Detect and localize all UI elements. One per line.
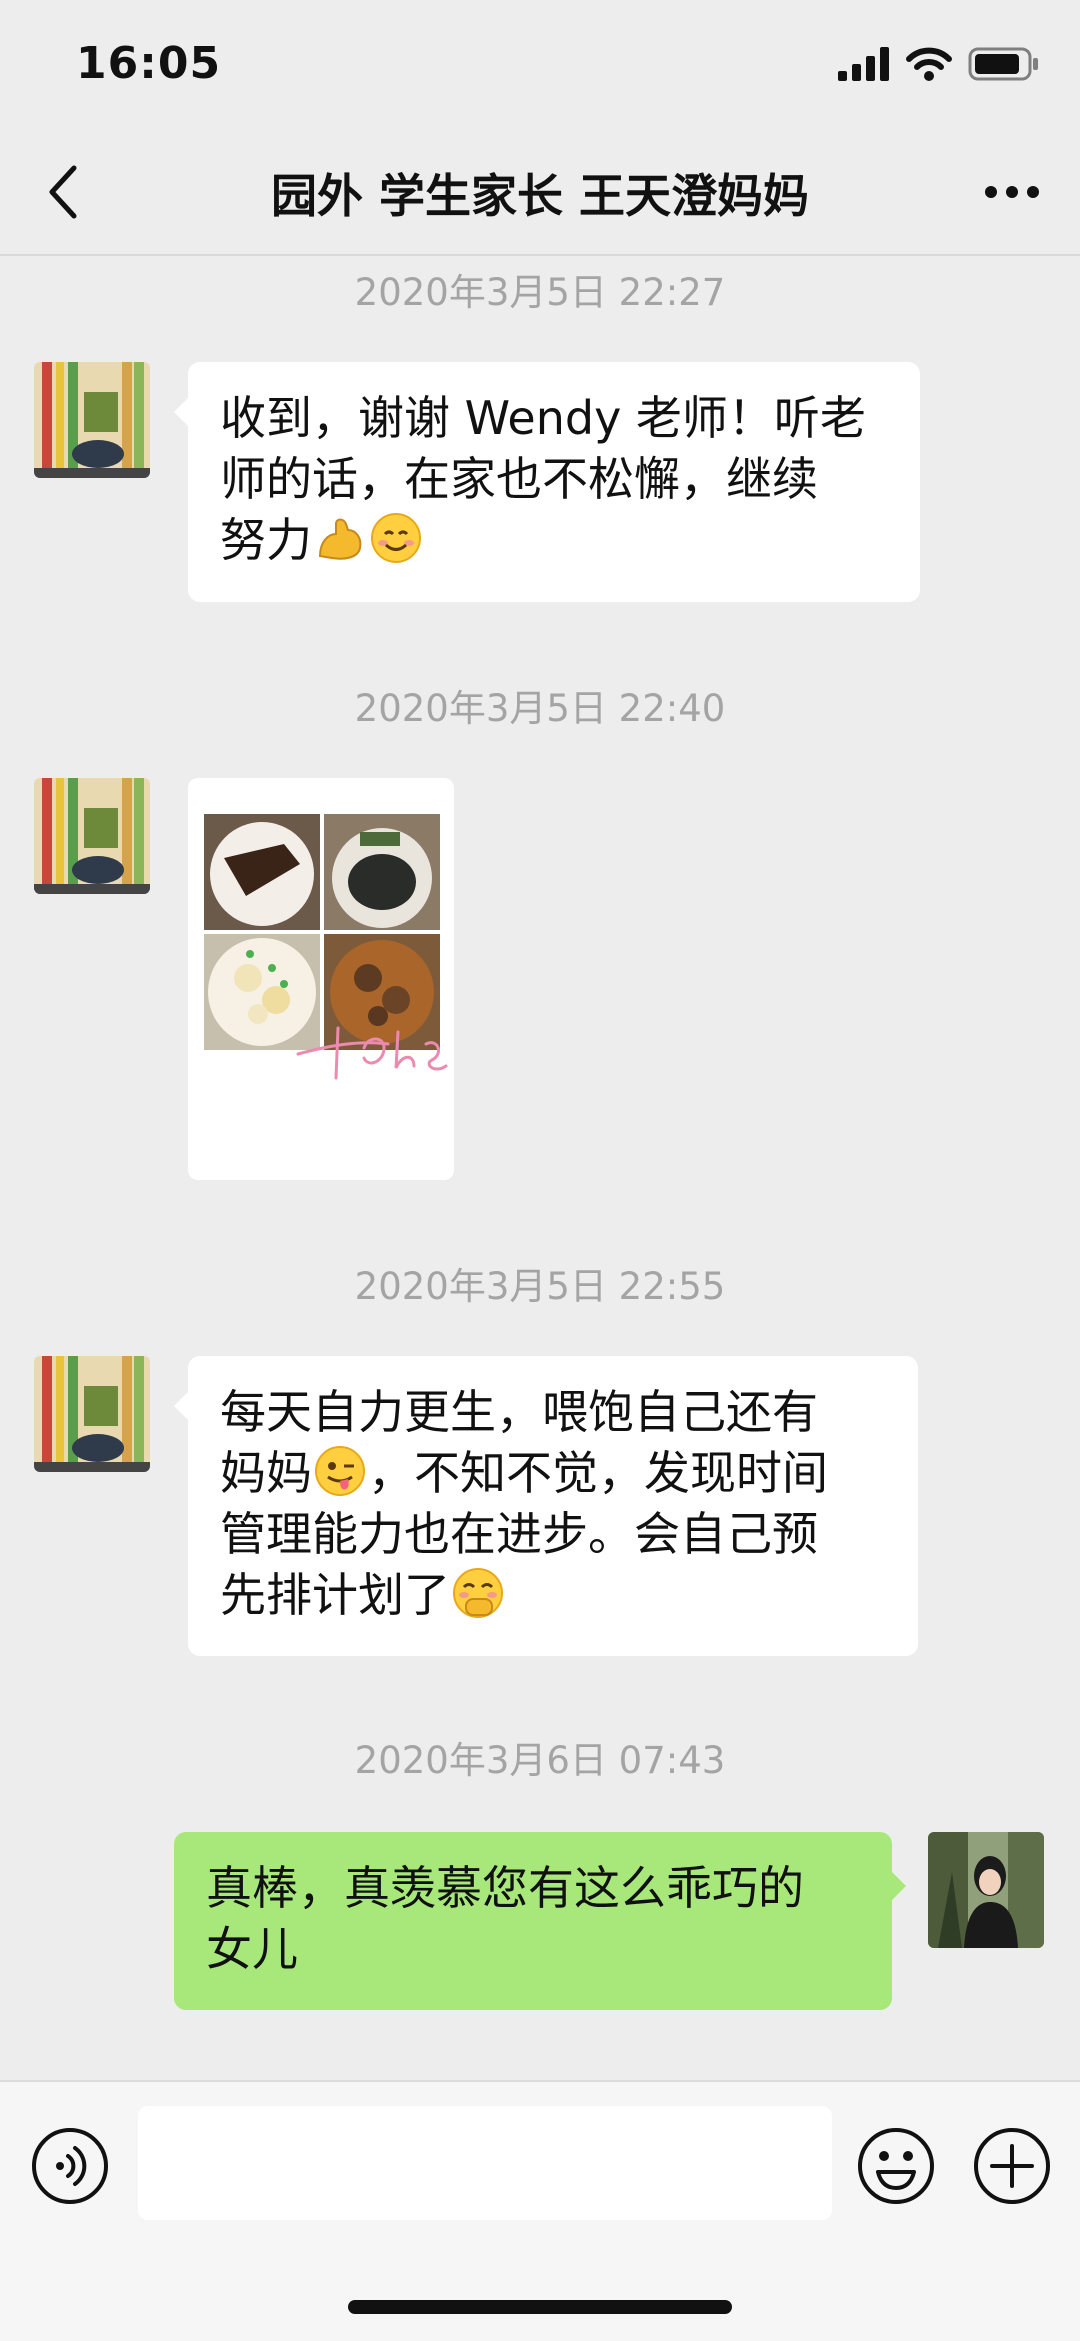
smiling-face-icon [371,513,421,563]
message-timestamp: 2020年3月6日 07:43 [354,1739,726,1782]
giggling-face-icon [453,1568,503,1618]
voice-icon[interactable] [30,2126,110,2206]
chevron-left-icon [49,165,77,219]
chat-title: 园外 学生家长 王天澄妈妈 [270,169,810,223]
contact-avatar[interactable] [34,1356,150,1472]
message-line: 师的话，在家也不松懈，继续 [220,452,818,506]
plus-icon[interactable] [972,2126,1052,2206]
message-line: 真棒，真羡慕您有这么乖巧的 [206,1861,804,1915]
message-line: 女儿 [206,1922,298,1976]
my-avatar[interactable] [928,1832,1044,1948]
winking-tongue-face-icon [315,1446,365,1496]
battery-icon [968,47,1038,81]
message-input[interactable] [138,2106,832,2220]
more-dots-icon [985,186,1039,198]
chat-header: 园外 学生家长 王天澄妈妈 [0,130,1080,256]
message-line: 妈妈 ，不知不觉，发现时间 [220,1443,886,1504]
message-line: 收到，谢谢 Wendy 老师！听老 [220,391,866,445]
contact-avatar[interactable] [34,778,150,894]
image-message[interactable] [188,778,454,1180]
more-options-button[interactable] [972,156,1052,228]
message-line: 每天自力更生，喂饱自己还有 [220,1385,818,1439]
status-time: 16:05 [76,38,222,89]
cellular-signal-icon [838,47,889,81]
food-photo-collage [204,814,448,1080]
message-text: ，不知不觉，发现时间 [368,1446,828,1500]
status-bar: 16:05 [0,0,1080,130]
message-text: 先排计划了 [220,1568,450,1622]
contact-avatar[interactable] [34,362,150,478]
home-indicator [348,2300,732,2314]
status-icons [838,44,1040,84]
flexed-biceps-icon [318,518,362,560]
wifi-icon [906,47,952,81]
message-line: 先排计划了 [220,1565,886,1626]
message-timestamp: 2020年3月5日 22:40 [354,687,726,730]
message-line: 管理能力也在进步。会自己预 [220,1507,818,1561]
incoming-message-bubble[interactable]: 每天自力更生，喂饱自己还有 妈妈 ，不知不觉，发现时间 管理能力也在进步。会自己… [174,1356,918,1656]
emoji-icon[interactable] [856,2126,936,2206]
message-line: 努力 [220,510,888,571]
back-button[interactable] [28,156,100,228]
message-timestamp: 2020年3月5日 22:55 [354,1265,726,1308]
incoming-message-bubble[interactable]: 收到，谢谢 Wendy 老师！听老 师的话，在家也不松懈，继续 努力 [174,362,920,602]
outgoing-message-bubble[interactable]: 真棒，真羡慕您有这么乖巧的 女儿 [174,1832,906,2010]
message-text: 妈妈 [220,1446,312,1500]
message-text: 努力 [220,513,312,567]
message-timestamp: 2020年3月5日 22:27 [354,271,726,314]
